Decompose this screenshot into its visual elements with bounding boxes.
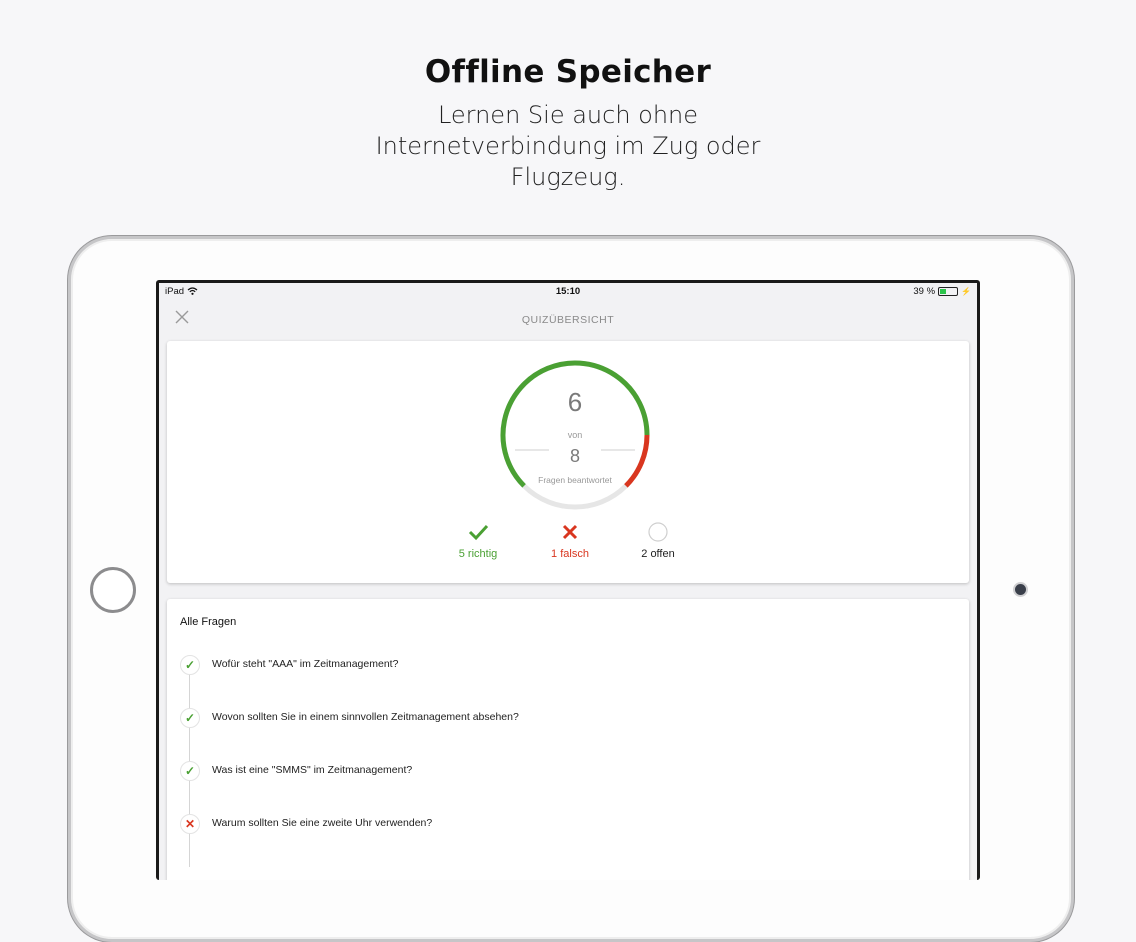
open-circle-icon [648,522,668,542]
question-row[interactable]: ✓ Was ist eine "SMMS" im Zeitmanagement? [180,761,940,781]
question-row[interactable]: ✓ Wovon sollten Sie in einem sinnvollen … [180,708,940,728]
check-icon: ✓ [180,655,200,675]
question-row[interactable]: ✓ Wofür steht "AAA" im Zeitmanagement? [180,655,940,675]
questions-card: Alle Fragen ✓ Wofür steht "AAA" im Zeitm… [167,599,969,880]
cross-icon: ✕ [180,814,200,834]
battery-fill [940,289,947,294]
von-label: von [567,430,583,440]
summary-card: 6 von 8 Fragen beantwortet 5 richtig 1 f… [167,341,969,583]
cross-icon [562,524,578,540]
stat-correct: 5 richtig [433,521,523,560]
question-text: Was ist eine "SMMS" im Zeitmanagement? [212,764,413,776]
stat-wrong-label: 1 falsch [551,548,589,560]
stat-open-label: 2 offen [641,548,675,560]
check-icon: ✓ [180,708,200,728]
hero-subtitle: Lernen Sie auch ohne Internetverbindung … [375,101,761,191]
questions-title: Alle Fragen [180,616,237,628]
ipad-screen: iPad 15:10 39 % ⚡ QUIZÜBERSICHT 6 von 8 … [156,280,980,880]
status-battery: 39 % ⚡ [913,286,971,297]
status-time: 15:10 [555,286,581,297]
home-button [90,567,136,613]
app-screen: iPad 15:10 39 % ⚡ QUIZÜBERSICHT 6 von 8 … [159,283,977,880]
battery-icon [938,287,959,296]
check-icon: ✓ [180,761,200,781]
stat-open: 2 offen [613,521,703,560]
camera-icon [1015,584,1026,595]
answered-count: 6 [567,387,583,417]
question-text: Wovon sollten Sie in einem sinnvollen Ze… [212,711,519,723]
total-count: 8 [569,446,580,466]
nav-bar: QUIZÜBERSICHT [159,301,977,339]
page-title: QUIZÜBERSICHT [521,314,615,326]
checkmark-icon [468,524,489,541]
ring-arc-correct [500,360,650,488]
question-text: Wofür steht "AAA" im Zeitmanagement? [212,658,399,670]
battery-text: 39 % [913,286,936,297]
hero-title: Offline Speicher [424,54,712,90]
question-text: Warum sollten Sie eine zweite Uhr verwen… [212,817,433,829]
charging-icon: ⚡ [961,287,971,296]
stat-correct-label: 5 richtig [458,548,498,560]
stat-wrong: 1 falsch [525,521,615,560]
status-bar: iPad 15:10 39 % ⚡ [159,283,977,301]
question-row[interactable]: ✕ Warum sollten Sie eine zweite Uhr verw… [180,814,940,834]
answered-caption: Fragen beantwortet [538,475,612,485]
